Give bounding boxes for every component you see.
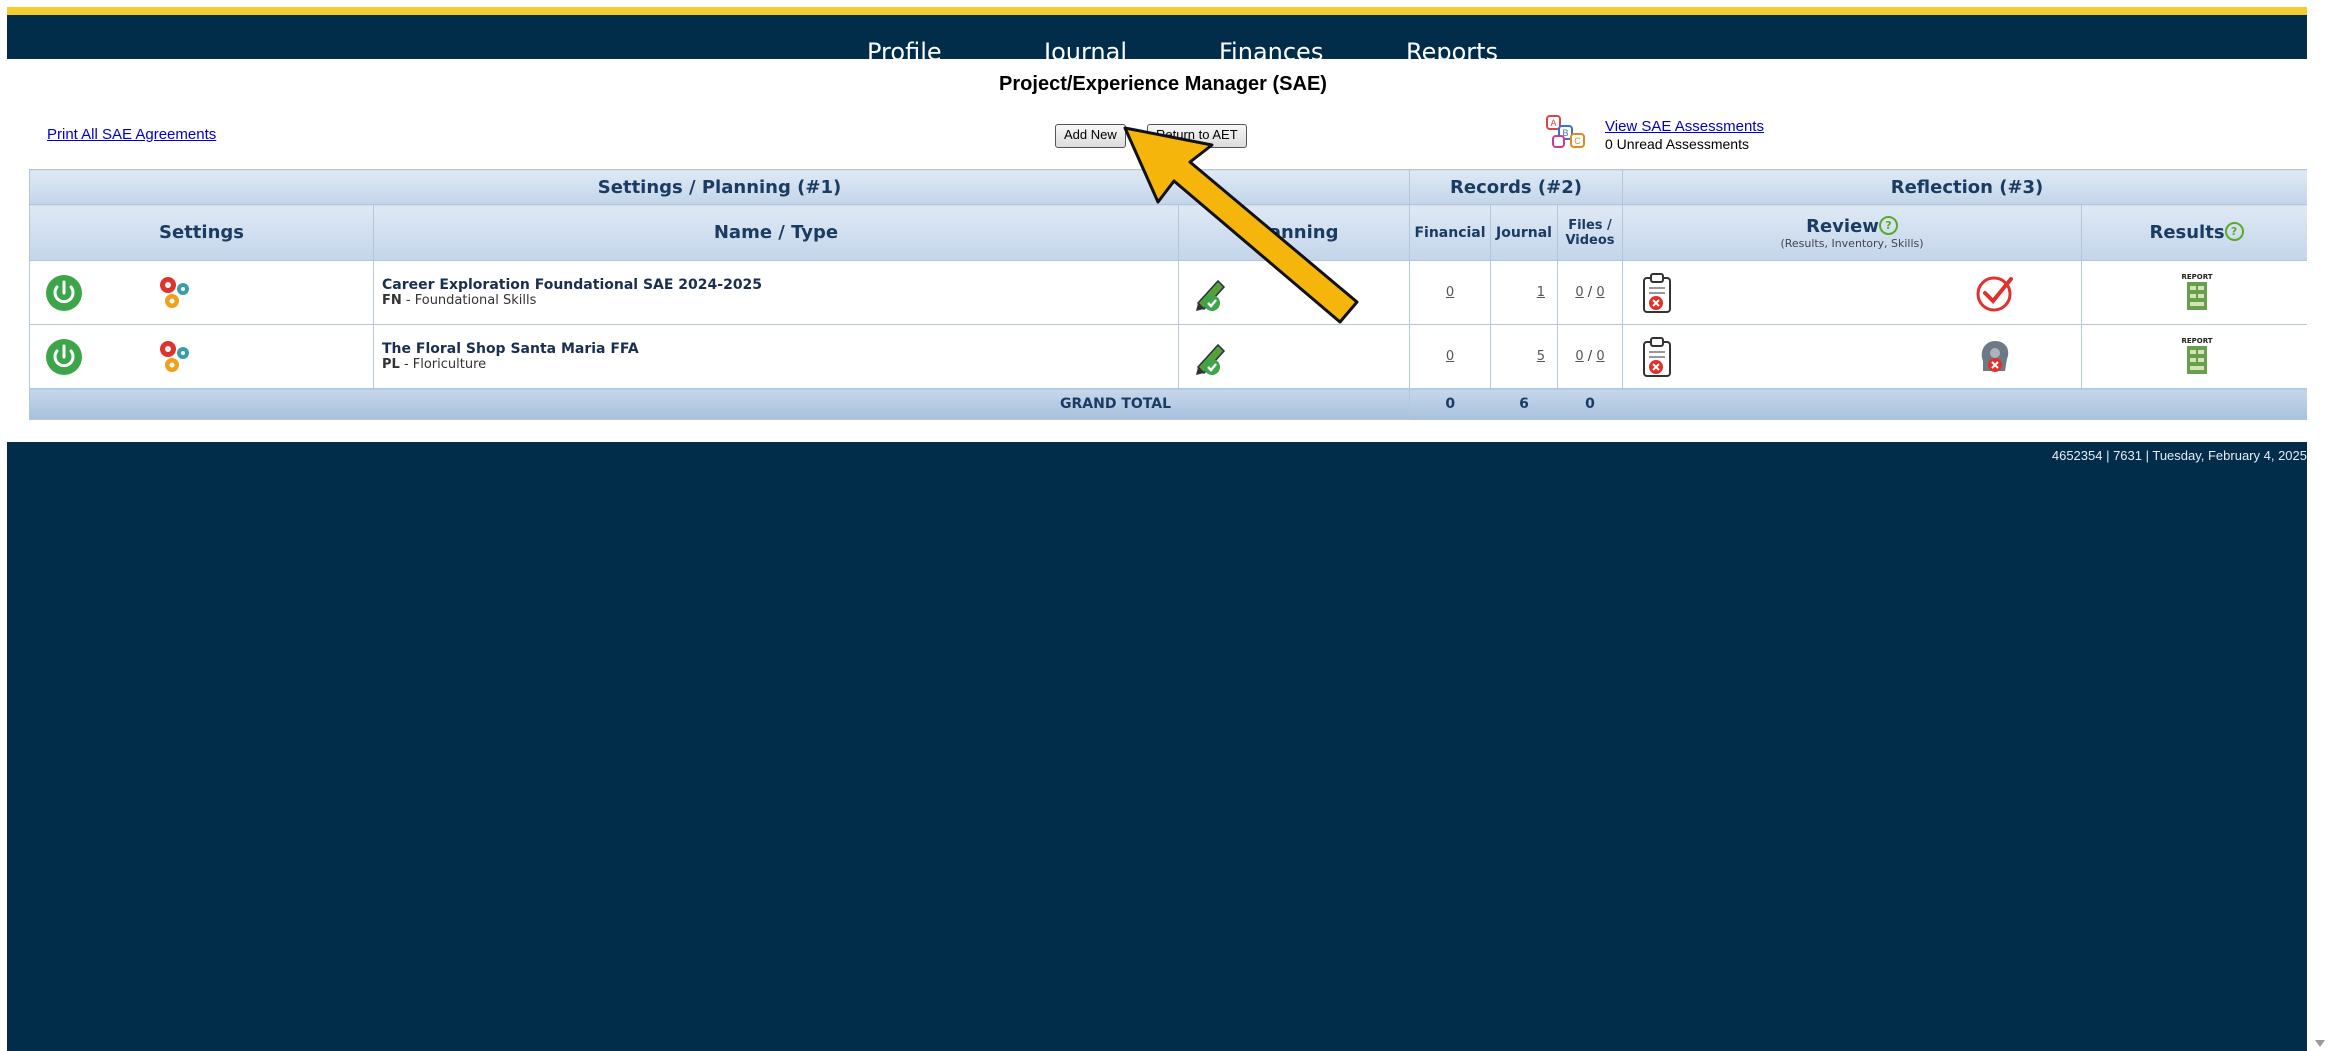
col-review: Review? (Results, Inventory, Skills) [1622, 204, 2082, 261]
assessment-blocks-icon[interactable]: A B C [1545, 112, 1591, 152]
col-planning: Planning [1178, 204, 1410, 261]
page-frame: Profile Journal Finances Reports Project… [7, 0, 2312, 1051]
col-files-videos: Files / Videos [1557, 204, 1623, 261]
help-icon[interactable]: ? [1878, 215, 1898, 235]
top-accent-bar [7, 7, 2307, 15]
planning-cell [1178, 324, 1410, 389]
head-incomplete-icon[interactable] [1975, 337, 2015, 377]
review-label: Review [1806, 215, 1879, 237]
financial-cell: 0 [1409, 260, 1491, 325]
sae-type-code: PL [382, 357, 400, 372]
financial-cell: 0 [1409, 324, 1491, 389]
page-footer: 4652354 | 7631 | Tuesday, February 4, 20… [7, 442, 2307, 1051]
videos-link[interactable]: 0 [1596, 285, 1604, 300]
checkmark-complete-icon[interactable] [1975, 273, 2015, 313]
col-financial: Financial [1409, 204, 1491, 261]
scroll-down-icon[interactable] [2315, 1040, 2325, 1047]
print-all-agreements-link[interactable]: Print All SAE Agreements [47, 126, 216, 143]
power-icon[interactable] [45, 274, 83, 312]
sae-type-label: - Floriculture [399, 357, 487, 372]
edit-planning-icon[interactable] [1192, 337, 1232, 377]
settings-cell [29, 260, 374, 325]
return-to-aet-button[interactable]: Return to AET [1147, 124, 1247, 148]
svg-text:C: C [1574, 136, 1581, 146]
svg-text:REPORT: REPORT [2181, 337, 2212, 345]
name-type-cell[interactable]: Career Exploration Foundational SAE 2024… [373, 260, 1179, 325]
view-sae-assessments-link[interactable]: View SAE Assessments [1605, 118, 1764, 135]
col-journal: Journal [1490, 204, 1558, 261]
col-results: Results? [2081, 204, 2312, 261]
review-subtitle: (Results, Inventory, Skills) [1780, 236, 1924, 250]
top-navigation-bar: Profile Journal Finances Reports [7, 15, 2307, 66]
gears-icon[interactable] [154, 273, 194, 313]
table-column-header-row: Settings Name / Type Planning Financial … [29, 204, 2312, 261]
sae-table: Settings / Planning (#1) Records (#2) Re… [29, 169, 2312, 420]
total-reflection-empty [1622, 388, 2312, 420]
grand-total-label: GRAND TOTAL [29, 388, 1410, 420]
journal-cell: 5 [1490, 324, 1558, 389]
footer-info: 4652354 | 7631 | Tuesday, February 4, 20… [2051, 448, 2307, 463]
group-header-settings-planning: Settings / Planning (#1) [29, 169, 1410, 205]
total-financial: 0 [1409, 388, 1491, 420]
files-videos-cell: 0 / 0 [1557, 324, 1623, 389]
review-cell [1622, 260, 2082, 325]
settings-cell [29, 324, 374, 389]
financial-link[interactable]: 0 [1446, 349, 1454, 364]
table-group-header-row: Settings / Planning (#1) Records (#2) Re… [29, 169, 2312, 205]
review-cell [1622, 324, 2082, 389]
table-row: The Floral Shop Santa Maria FFA PL - Flo… [29, 324, 2312, 389]
help-icon[interactable]: ? [2224, 222, 2244, 241]
videos-link[interactable]: 0 [1596, 349, 1604, 364]
journal-link[interactable]: 1 [1537, 285, 1545, 300]
files-videos-cell: 0 / 0 [1557, 260, 1623, 325]
group-header-reflection: Reflection (#3) [1622, 169, 2312, 205]
financial-link[interactable]: 0 [1446, 285, 1454, 300]
clipboard-incomplete-icon[interactable] [1642, 272, 1672, 314]
nav-profile[interactable]: Profile [867, 38, 942, 66]
report-icon[interactable]: REPORT [2181, 336, 2213, 378]
journal-cell: 1 [1490, 260, 1558, 325]
unread-assessments-count: 0 Unread Assessments [1605, 136, 1749, 152]
clipboard-incomplete-icon[interactable] [1642, 336, 1672, 378]
add-new-button[interactable]: Add New [1055, 124, 1126, 148]
sae-type-label: - Foundational Skills [401, 293, 537, 308]
sae-type-code: FN [382, 293, 402, 308]
page-title: Project/Experience Manager (SAE) [999, 73, 1327, 95]
power-icon[interactable] [45, 338, 83, 376]
nav-reports[interactable]: Reports [1406, 38, 1498, 66]
total-journal: 6 [1490, 388, 1558, 420]
sae-name[interactable]: Career Exploration Foundational SAE 2024… [382, 277, 1177, 293]
report-icon[interactable]: REPORT [2181, 272, 2213, 314]
edit-planning-icon[interactable] [1192, 273, 1232, 313]
nav-journal[interactable]: Journal [1044, 38, 1127, 66]
results-label: Results [2149, 222, 2225, 243]
table-row: Career Exploration Foundational SAE 2024… [29, 260, 2312, 325]
files-link[interactable]: 0 [1575, 349, 1583, 364]
results-cell: REPORT [2081, 324, 2312, 389]
col-settings: Settings [29, 204, 374, 261]
name-type-cell[interactable]: The Floral Shop Santa Maria FFA PL - Flo… [373, 324, 1179, 389]
col-name-type: Name / Type [373, 204, 1179, 261]
vertical-scrollbar[interactable] [2307, 0, 2333, 1051]
planning-cell [1178, 260, 1410, 325]
nav-finances[interactable]: Finances [1219, 38, 1323, 66]
gears-icon[interactable] [154, 337, 194, 377]
sae-name[interactable]: The Floral Shop Santa Maria FFA [382, 341, 1177, 357]
svg-text:A: A [1550, 118, 1556, 128]
results-cell: REPORT [2081, 260, 2312, 325]
grand-total-row: GRAND TOTAL 0 6 0 [29, 388, 2312, 420]
files-link[interactable]: 0 [1575, 285, 1583, 300]
svg-text:REPORT: REPORT [2181, 273, 2212, 281]
journal-link[interactable]: 5 [1537, 349, 1545, 364]
group-header-records: Records (#2) [1409, 169, 1623, 205]
total-files: 0 [1557, 388, 1623, 420]
